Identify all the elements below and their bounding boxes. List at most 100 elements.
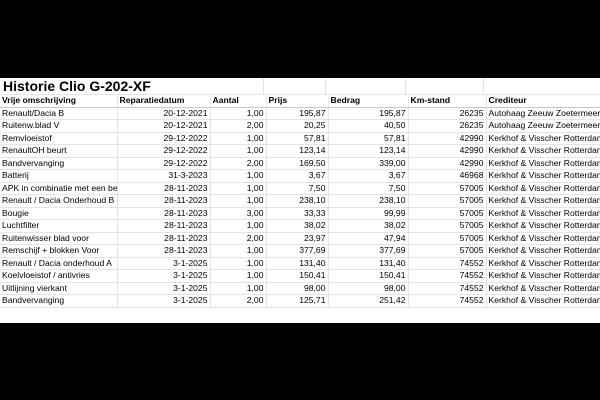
cell-crediteur[interactable]: Kerkhof & Visscher Rotterdam [486,144,600,158]
cell-prijs[interactable]: 57,81 [266,132,329,145]
cell-bedrag[interactable]: 38,02 [328,219,409,233]
sheet-title-row[interactable]: Historie Clio G-202-XF [0,78,600,95]
cell-reparatiedatum[interactable]: 28-11-2023 [117,207,211,220]
cell-aantal[interactable]: 1,00 [210,244,267,258]
cell-bedrag[interactable]: 251,42 [328,294,409,308]
cell-prijs[interactable]: 150,41 [266,269,329,283]
cell-reparatiedatum[interactable]: 28-11-2023 [117,194,211,208]
cell-omschrijving[interactable]: Batterij [0,169,118,183]
cell-crediteur[interactable]: Kerkhof & Visscher Rotterdam [486,219,600,233]
cell-km-stand[interactable]: 57005 [408,194,487,208]
cell-km-stand[interactable]: 26235 [408,119,487,133]
cell-crediteur[interactable]: Kerkhof & Visscher Rotterdam [486,282,600,295]
cell-prijs[interactable]: 238,10 [266,194,329,208]
cell-omschrijving[interactable]: RenaultOH beurt [0,144,118,158]
col-header-prijs[interactable]: Prijs [266,95,329,108]
cell-bedrag[interactable]: 57,81 [328,132,409,145]
cell-crediteur[interactable]: Kerkhof & Visscher Rotterdam [486,132,600,145]
cell-reparatiedatum[interactable]: 3-1-2025 [117,269,211,283]
cell-reparatiedatum[interactable]: 28-11-2023 [117,219,211,233]
cell-crediteur[interactable]: Kerkhof & Visscher Rotterdam [486,194,600,208]
cell-km-stand[interactable]: 42990 [408,144,487,158]
col-header-reparatiedatum[interactable]: Reparatiedatum [117,95,211,108]
cell-aantal[interactable]: 1,00 [210,182,267,195]
cell-prijs[interactable]: 33,33 [266,207,329,220]
cell-aantal[interactable]: 1,00 [210,144,267,158]
cell-reparatiedatum[interactable]: 29-12-2022 [117,132,211,145]
col-header-km-stand[interactable]: Km-stand [408,95,487,108]
cell-bedrag[interactable]: 98,00 [328,282,409,295]
cell-reparatiedatum[interactable]: 29-12-2022 [117,144,211,158]
cell-km-stand[interactable]: 74552 [408,282,487,295]
cell-omschrijving[interactable]: Luchtfilter [0,219,118,233]
cell-prijs[interactable]: 123,14 [266,144,329,158]
cell-prijs[interactable]: 3,67 [266,169,329,183]
cell-reparatiedatum[interactable]: 3-1-2025 [117,257,211,270]
cell-aantal[interactable]: 2,00 [210,232,267,245]
cell-aantal[interactable]: 1,00 [210,194,267,208]
cell-km-stand[interactable]: 42990 [408,132,487,145]
cell-reparatiedatum[interactable]: 28-11-2023 [117,182,211,195]
cell-bedrag[interactable]: 47,94 [328,232,409,245]
cell-omschrijving[interactable]: Bandvervanging [0,294,118,308]
cell-crediteur[interactable]: Autohaag Zeeuw Zoetermeer [486,119,600,133]
cell-km-stand[interactable]: 74552 [408,294,487,308]
cell-bedrag[interactable]: 150,41 [328,269,409,283]
cell-crediteur[interactable]: Kerkhof & Visscher Rotterdam [486,257,600,270]
cell-omschrijving[interactable]: Renault / Dacia Onderhoud B [0,194,118,208]
cell-km-stand[interactable]: 57005 [408,207,487,220]
cell-omschrijving[interactable]: Remvloeistof [0,132,118,145]
cell-km-stand[interactable]: 26235 [408,107,487,120]
cell-reparatiedatum[interactable]: 20-12-2021 [117,119,211,133]
cell-km-stand[interactable]: 57005 [408,244,487,258]
cell-aantal[interactable]: 1,00 [210,269,267,283]
cell-bedrag[interactable]: 131,40 [328,257,409,270]
cell-km-stand[interactable]: 57005 [408,182,487,195]
cell-bedrag[interactable]: 339,00 [328,157,409,170]
cell-crediteur[interactable]: Kerkhof & Visscher Rotterdam [486,294,600,308]
cell-km-stand[interactable]: 46968 [408,169,487,183]
cell-crediteur[interactable]: Kerkhof & Visscher Rotterdam [486,244,600,258]
cell-omschrijving[interactable]: Renault / Dacia onderhoud A [0,257,118,270]
cell-reparatiedatum[interactable]: 3-1-2025 [117,282,211,295]
cell-crediteur[interactable]: Kerkhof & Visscher Rotterdam [486,182,600,195]
cell-omschrijving[interactable]: Ruitenw.blad V [0,119,118,133]
cell-aantal[interactable]: 1,00 [210,169,267,183]
cell-bedrag[interactable]: 99,99 [328,207,409,220]
cell-omschrijving[interactable]: Koelvloeistof / antivries [0,269,118,283]
cell-aantal[interactable]: 1,00 [210,132,267,145]
cell-aantal[interactable]: 1,00 [210,219,267,233]
cell-omschrijving[interactable]: Bougie [0,207,118,220]
cell-omschrijving[interactable]: Remschijf + blokken Voor [0,244,118,258]
cell-aantal[interactable]: 1,00 [210,257,267,270]
cell-prijs[interactable]: 131,40 [266,257,329,270]
cell-km-stand[interactable]: 57005 [408,219,487,233]
cell-omschrijving[interactable]: APK in combinatie met een beurt [0,182,118,195]
cell-reparatiedatum[interactable]: 3-1-2025 [117,294,211,308]
cell-prijs[interactable]: 195,87 [266,107,329,120]
cell-km-stand[interactable]: 74552 [408,269,487,283]
col-header-omschrijving[interactable]: Vrije omschrijving [0,95,118,108]
col-header-bedrag[interactable]: Bedrag [328,95,409,108]
cell-aantal[interactable]: 1,00 [210,107,267,120]
cell-aantal[interactable]: 2,00 [210,294,267,308]
cell-prijs[interactable]: 38,02 [266,219,329,233]
cell-aantal[interactable]: 2,00 [210,119,267,133]
cell-bedrag[interactable]: 7,50 [328,182,409,195]
cell-reparatiedatum[interactable]: 28-11-2023 [117,232,211,245]
cell-crediteur[interactable]: Kerkhof & Visscher Rotterdam [486,232,600,245]
cell-prijs[interactable]: 377,69 [266,244,329,258]
cell-crediteur[interactable]: Autohaag Zeeuw Zoetermeer [486,107,600,120]
cell-bedrag[interactable]: 238,10 [328,194,409,208]
cell-aantal[interactable]: 3,00 [210,207,267,220]
cell-aantal[interactable]: 2,00 [210,157,267,170]
cell-prijs[interactable]: 20,25 [266,119,329,133]
col-header-crediteur[interactable]: Crediteur [486,95,600,108]
cell-crediteur[interactable]: Kerkhof & Visscher Rotterdam [486,169,600,183]
cell-reparatiedatum[interactable]: 29-12-2022 [117,157,211,170]
cell-omschrijving[interactable]: Uitlijning vierkant [0,282,118,295]
cell-bedrag[interactable]: 195,87 [328,107,409,120]
cell-bedrag[interactable]: 3,67 [328,169,409,183]
cell-bedrag[interactable]: 40,50 [328,119,409,133]
cell-bedrag[interactable]: 123,14 [328,144,409,158]
